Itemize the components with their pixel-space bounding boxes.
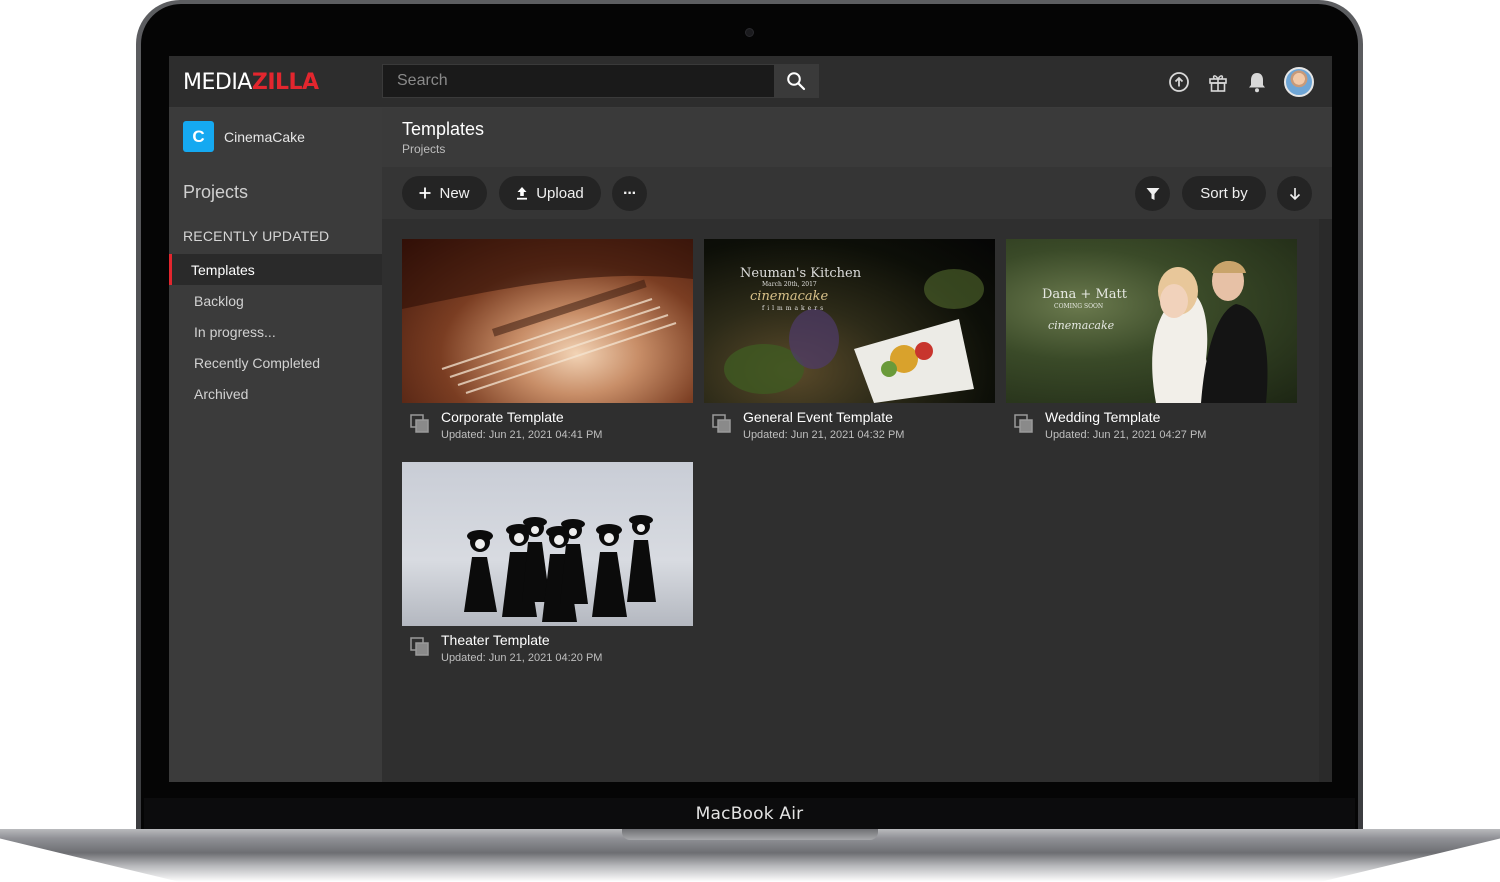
new-button-label: New: [439, 184, 470, 202]
card-title[interactable]: General Event Template: [743, 409, 893, 425]
top-bar: MEDIAZILLA: [169, 56, 1332, 108]
thumb-text-line2: COMING SOON: [1054, 303, 1104, 310]
card-info: Theater Template Updated: Jun 21, 2021 0…: [402, 626, 693, 670]
avatar[interactable]: [1284, 67, 1314, 97]
more-icon: ···: [623, 184, 637, 202]
laptop-chin: MacBook Air: [144, 798, 1355, 830]
main-content: Templates Projects New Upload ··· Sort b…: [382, 108, 1332, 782]
sidebar-nav: Templates Backlog In progress... Recentl…: [169, 254, 382, 409]
sort-by-label: Sort by: [1200, 184, 1248, 202]
logo-part-zilla: ZILLA: [251, 70, 319, 95]
arrow-down-icon: [1289, 187, 1300, 200]
sort-by-button[interactable]: Sort by: [1182, 176, 1266, 210]
project-card[interactable]: Corporate Template Updated: Jun 21, 2021…: [402, 239, 693, 447]
theater-dancers-image: [464, 515, 656, 622]
search-input[interactable]: [383, 65, 774, 97]
plus-icon: [419, 187, 431, 199]
card-thumbnail-piano[interactable]: [402, 239, 693, 403]
card-updated-date: Updated: Jun 21, 2021 04:20 PM: [441, 652, 603, 664]
filter-icon: [1146, 187, 1159, 200]
project-card[interactable]: Neuman's Kitchen March 20th, 2017 cinema…: [704, 239, 995, 447]
sort-direction-button[interactable]: [1277, 176, 1312, 211]
thumb-text-line1: Dana + Matt: [1042, 287, 1127, 302]
project-card[interactable]: Theater Template Updated: Jun 21, 2021 0…: [402, 462, 693, 670]
workspace-switcher[interactable]: C CinemaCake: [183, 121, 305, 152]
sidebar-item-backlog[interactable]: Backlog: [169, 285, 382, 316]
sidebar-heading[interactable]: Projects: [183, 182, 248, 203]
search-bar: [382, 64, 819, 98]
toolbar: New Upload ··· Sort by: [382, 167, 1332, 219]
scrollbar[interactable]: [1319, 219, 1332, 782]
thumb-text-line2: March 20th, 2017: [762, 281, 817, 288]
project-card[interactable]: Dana + Matt COMING SOON cinemacake Weddi…: [1006, 239, 1297, 447]
sidebar-item-templates[interactable]: Templates: [169, 254, 382, 285]
food-plate-image: [724, 269, 984, 403]
sidebar: C CinemaCake Projects RECENTLY UPDATED T…: [169, 108, 382, 782]
upload-button[interactable]: Upload: [499, 176, 601, 210]
bell-icon[interactable]: [1245, 70, 1269, 94]
copy-template-icon[interactable]: [410, 637, 430, 657]
sidebar-item-recently-completed[interactable]: Recently Completed: [169, 347, 382, 378]
app-logo[interactable]: MEDIAZILLA: [183, 70, 319, 95]
copy-template-icon[interactable]: [712, 414, 732, 434]
gift-icon[interactable]: [1206, 70, 1230, 94]
laptop-notch: [622, 829, 878, 840]
upload-icon: [516, 186, 528, 200]
new-button[interactable]: New: [402, 176, 487, 210]
card-thumbnail-theater[interactable]: [402, 462, 693, 626]
search-button[interactable]: [774, 65, 818, 97]
thumb-text-line3: cinemacake: [1048, 319, 1115, 332]
card-title[interactable]: Theater Template: [441, 632, 550, 648]
card-thumbnail-wedding[interactable]: Dana + Matt COMING SOON cinemacake: [1006, 239, 1297, 403]
thumb-text-line3: cinemacake: [750, 289, 829, 304]
workspace-badge: C: [183, 121, 214, 152]
card-info: Corporate Template Updated: Jun 21, 2021…: [402, 403, 693, 447]
filter-button[interactable]: [1135, 176, 1170, 211]
card-info: Wedding Template Updated: Jun 21, 2021 0…: [1006, 403, 1297, 447]
sidebar-item-in-progress[interactable]: In progress...: [169, 316, 382, 347]
more-options-button[interactable]: ···: [612, 176, 647, 211]
thumb-text-line1: Neuman's Kitchen: [740, 266, 862, 281]
page-title: Templates: [402, 119, 485, 139]
app-screen: MEDIAZILLA Search C CinemaCake Projects …: [169, 56, 1332, 782]
piano-strings-image: [402, 239, 693, 394]
device-model-label: MacBook Air: [695, 804, 804, 824]
search-icon: [787, 72, 806, 91]
sidebar-item-archived[interactable]: Archived: [169, 378, 382, 409]
page-header: Templates Projects: [382, 108, 1332, 167]
top-icons: [1167, 67, 1314, 97]
logo-part-media: MEDIA: [183, 70, 252, 95]
upload-circle-icon[interactable]: [1167, 70, 1191, 94]
camera-icon: [745, 28, 754, 37]
sidebar-section-label: RECENTLY UPDATED: [183, 228, 330, 244]
card-title[interactable]: Wedding Template: [1045, 409, 1160, 425]
card-title[interactable]: Corporate Template: [441, 409, 564, 425]
workspace-name: CinemaCake: [224, 128, 305, 145]
card-thumbnail-food[interactable]: Neuman's Kitchen March 20th, 2017 cinema…: [704, 239, 995, 403]
card-updated-date: Updated: Jun 21, 2021 04:27 PM: [1045, 429, 1207, 441]
copy-template-icon[interactable]: [410, 414, 430, 434]
upload-button-label: Upload: [536, 184, 584, 202]
copy-template-icon[interactable]: [1014, 414, 1034, 434]
thumb-text-line4: filmmakers: [762, 305, 827, 312]
card-updated-date: Updated: Jun 21, 2021 04:41 PM: [441, 429, 603, 441]
card-info: General Event Template Updated: Jun 21, …: [704, 403, 995, 447]
card-updated-date: Updated: Jun 21, 2021 04:32 PM: [743, 429, 905, 441]
breadcrumb[interactable]: Projects: [402, 142, 445, 156]
